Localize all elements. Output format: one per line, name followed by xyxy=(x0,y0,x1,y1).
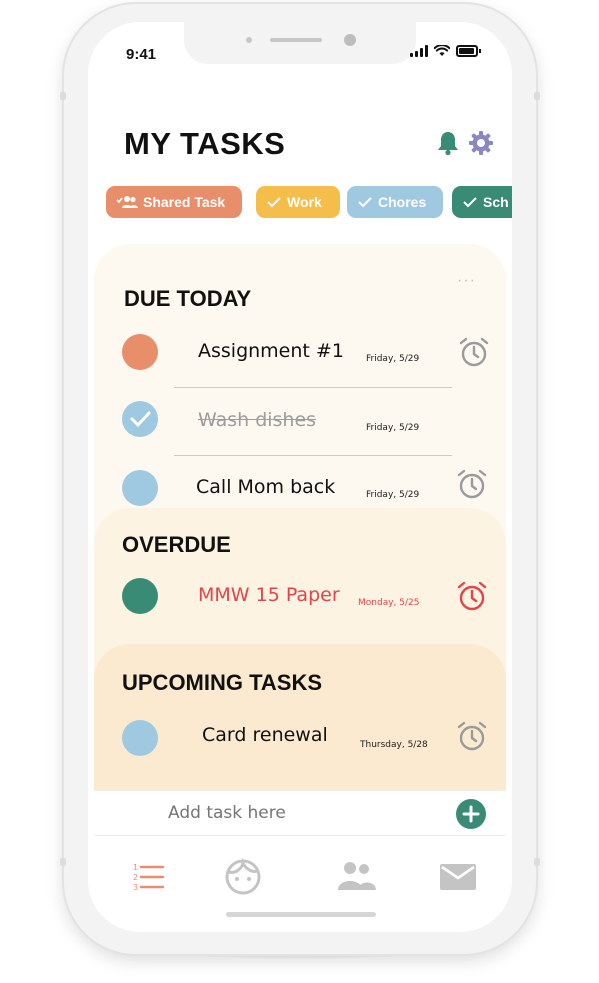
side-button-right-bottom xyxy=(534,858,540,866)
section-title: DUE TODAY xyxy=(124,286,252,311)
more-options-icon[interactable]: ··· xyxy=(457,272,476,290)
front-camera xyxy=(344,34,356,46)
chip-work[interactable]: Work xyxy=(256,186,340,218)
chip-label: Work xyxy=(287,194,322,210)
task-checkbox[interactable] xyxy=(122,334,158,370)
plus-icon xyxy=(462,805,480,823)
alarm-clock-icon[interactable] xyxy=(456,580,488,612)
header-actions xyxy=(436,130,494,156)
people-icon xyxy=(116,196,138,208)
add-task-input[interactable] xyxy=(168,803,418,823)
task-date: Friday, 5/29 xyxy=(366,354,420,364)
people-icon xyxy=(338,862,376,890)
numbered-list-icon: 123 xyxy=(133,863,165,892)
nav-friends[interactable] xyxy=(336,860,376,897)
chip-school[interactable]: Sch xyxy=(452,186,512,218)
side-button-left xyxy=(60,92,66,100)
signal-icon xyxy=(410,45,428,57)
notch xyxy=(184,22,416,64)
proximity-sensor xyxy=(246,37,252,43)
task-row[interactable]: Card renewal Thursday, 5/28 xyxy=(94,706,506,766)
section-upcoming: UPCOMING TASKS Card renewal Thursday, 5/… xyxy=(94,644,506,794)
status-icons xyxy=(410,45,481,57)
wifi-icon xyxy=(434,45,450,56)
task-checkbox-checked[interactable] xyxy=(122,401,158,437)
task-name: MMW 15 Paper xyxy=(198,584,340,606)
face-icon xyxy=(225,857,261,895)
mail-icon xyxy=(440,864,476,890)
task-name: Card renewal xyxy=(202,724,328,746)
nav-profile[interactable] xyxy=(224,857,262,901)
bottom-nav: 123 xyxy=(88,838,512,918)
section-title: UPCOMING TASKS xyxy=(122,670,323,695)
task-name: Call Mom back xyxy=(196,476,336,498)
status-time: 9:41 xyxy=(126,46,157,63)
chip-label: Shared Task xyxy=(143,194,226,210)
svg-text:2: 2 xyxy=(133,873,138,882)
task-checkbox[interactable] xyxy=(122,720,158,756)
bell-icon[interactable] xyxy=(436,130,460,156)
task-date: Monday, 5/25 xyxy=(358,598,420,608)
alarm-clock-icon[interactable] xyxy=(456,468,488,500)
chip-chores[interactable]: Chores xyxy=(347,186,443,218)
battery-icon xyxy=(456,45,481,57)
task-row[interactable]: Wash dishes Friday, 5/29 xyxy=(94,389,506,449)
nav-task-list[interactable]: 123 xyxy=(132,862,166,897)
task-date: Friday, 5/29 xyxy=(366,490,420,500)
gear-icon[interactable] xyxy=(468,130,494,156)
add-task-bar xyxy=(94,790,506,836)
add-task-button[interactable] xyxy=(456,799,486,829)
page-title: MY TASKS xyxy=(124,126,286,161)
divider xyxy=(174,387,452,388)
alarm-clock-icon[interactable] xyxy=(458,336,490,368)
divider xyxy=(174,455,452,456)
phone-screen: 9:41 MY TASKS Shared Task Work Chores Sc… xyxy=(88,22,512,932)
svg-text:1: 1 xyxy=(133,863,138,872)
side-button-right xyxy=(534,92,540,100)
chip-label: Chores xyxy=(378,194,427,210)
nav-messages[interactable] xyxy=(440,864,476,895)
task-name: Assignment #1 xyxy=(198,340,344,362)
section-title: OVERDUE xyxy=(122,532,231,557)
svg-text:3: 3 xyxy=(133,883,138,892)
check-icon xyxy=(358,197,372,208)
task-row[interactable]: MMW 15 Paper Monday, 5/25 xyxy=(94,566,506,626)
task-checkbox[interactable] xyxy=(122,578,158,614)
task-date: Thursday, 5/28 xyxy=(360,740,428,750)
check-icon xyxy=(267,197,281,208)
task-row[interactable]: Assignment #1 Friday, 5/29 xyxy=(94,322,506,382)
home-indicator xyxy=(226,912,376,917)
check-icon xyxy=(463,197,477,208)
check-icon xyxy=(130,411,151,428)
side-button-left-bottom xyxy=(60,858,66,866)
alarm-clock-icon[interactable] xyxy=(456,720,488,752)
section-due-today: DUE TODAY ··· Assignment #1 Friday, 5/29… xyxy=(94,244,506,544)
chip-shared-task[interactable]: Shared Task xyxy=(106,186,242,218)
chip-label: Sch xyxy=(483,194,509,210)
task-name: Wash dishes xyxy=(198,409,317,431)
speaker xyxy=(270,38,322,42)
task-checkbox[interactable] xyxy=(122,470,158,506)
task-date: Friday, 5/29 xyxy=(366,423,420,433)
